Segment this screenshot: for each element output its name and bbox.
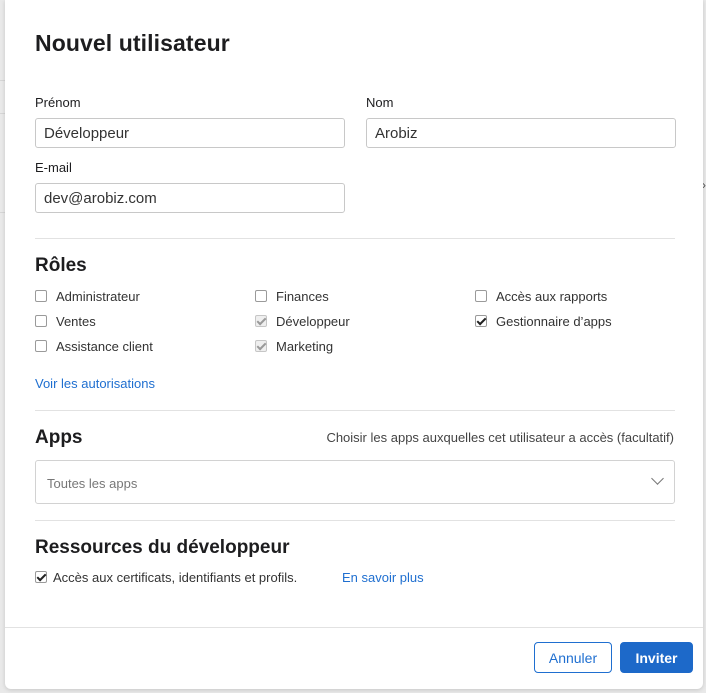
email-label: E-mail bbox=[35, 160, 72, 175]
role-label: Développeur bbox=[276, 313, 350, 329]
section-divider bbox=[35, 520, 675, 521]
role-marketing: Marketing bbox=[255, 338, 333, 354]
role-label: Marketing bbox=[276, 338, 334, 354]
invite-button[interactable]: Inviter bbox=[620, 642, 693, 673]
roles-title: Rôles bbox=[35, 255, 87, 276]
dialog-title: Nouvel utilisateur bbox=[35, 30, 230, 56]
last-name-label: Nom bbox=[366, 95, 394, 110]
role-assistance-client[interactable]: Assistance client bbox=[35, 338, 153, 354]
section-divider bbox=[35, 238, 675, 239]
first-name-input[interactable] bbox=[35, 118, 345, 148]
new-user-dialog: Nouvel utilisateur Prénom Nom E-mail Rôl… bbox=[5, 0, 703, 689]
cancel-button[interactable]: Annuler bbox=[534, 642, 612, 673]
role-label: Administrateur bbox=[56, 288, 140, 304]
role-acces-aux-rapports[interactable]: Accès aux rapports bbox=[475, 288, 607, 304]
role-checkbox[interactable] bbox=[35, 340, 47, 352]
chevron-down-icon bbox=[651, 472, 664, 485]
role-label: Finances bbox=[276, 288, 329, 304]
role-label: Accès aux rapports bbox=[496, 288, 608, 304]
role-ventes[interactable]: Ventes bbox=[35, 313, 96, 329]
apps-hint: Choisir les apps auxquelles cet utilisat… bbox=[326, 430, 674, 445]
role-checkbox[interactable] bbox=[475, 290, 487, 302]
role-checkbox[interactable] bbox=[255, 290, 267, 302]
footer-divider bbox=[5, 627, 703, 628]
access-label: Accès aux certificats, identifiants et p… bbox=[53, 569, 298, 585]
role-checkbox[interactable] bbox=[35, 315, 47, 327]
role-finances[interactable]: Finances bbox=[255, 288, 329, 304]
developer-resources-title: Ressources du développeur bbox=[35, 537, 290, 558]
last-name-input[interactable] bbox=[366, 118, 676, 148]
developer-resources-access[interactable]: Accès aux certificats, identifiants et p… bbox=[35, 569, 297, 585]
apps-select[interactable]: Toutes les apps bbox=[35, 460, 675, 504]
email-input[interactable] bbox=[35, 183, 345, 213]
first-name-label: Prénom bbox=[35, 95, 81, 110]
section-divider bbox=[35, 410, 675, 411]
role-checkbox bbox=[255, 340, 267, 352]
role-label: Ventes bbox=[56, 313, 96, 329]
role-gestionnaire-apps[interactable]: Gestionnaire d’apps bbox=[475, 313, 612, 329]
apps-title: Apps bbox=[35, 427, 83, 448]
access-checkbox[interactable] bbox=[35, 571, 47, 583]
role-label: Gestionnaire d’apps bbox=[496, 313, 612, 329]
role-administrateur[interactable]: Administrateur bbox=[35, 288, 140, 304]
role-checkbox[interactable] bbox=[35, 290, 47, 302]
role-checkbox bbox=[255, 315, 267, 327]
view-permissions-link[interactable]: Voir les autorisations bbox=[35, 376, 155, 391]
learn-more-link[interactable]: En savoir plus bbox=[342, 570, 424, 585]
apps-select-value: Toutes les apps bbox=[47, 476, 138, 491]
role-label: Assistance client bbox=[56, 338, 153, 354]
role-checkbox[interactable] bbox=[475, 315, 487, 327]
role-developpeur: Développeur bbox=[255, 313, 350, 329]
